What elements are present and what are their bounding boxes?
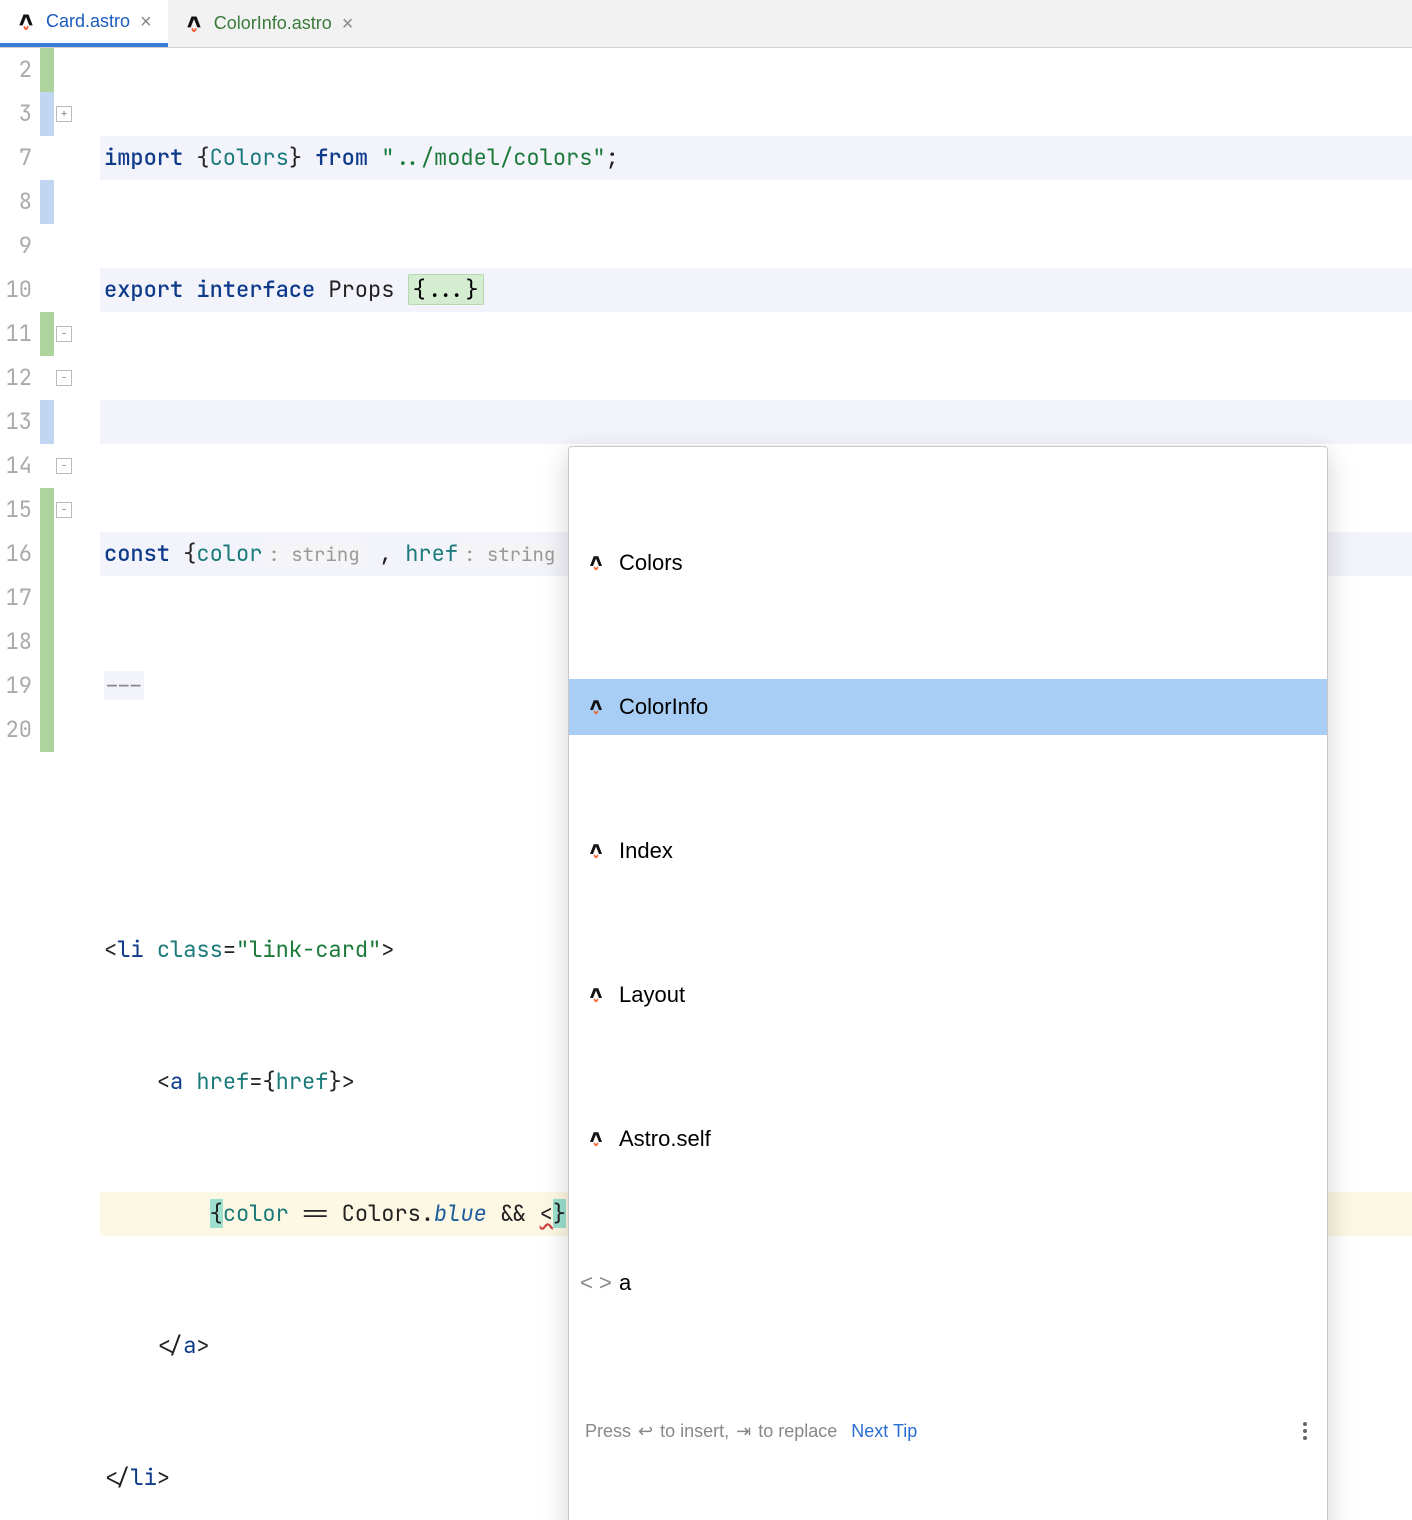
astro-icon [184,13,204,35]
next-tip-link[interactable]: Next Tip [851,1409,917,1453]
completion-item-selected[interactable]: ColorInfo [569,679,1327,735]
editor[interactable]: 2 3 7 8 9 10 11 12 13 14 15 16 17 18 19 … [0,48,1412,760]
astro-icon [585,696,607,718]
astro-icon [585,840,607,862]
completion-label: Astro.self [619,1117,711,1161]
tab-label: Card.astro [46,11,130,32]
fold-collapse-icon[interactable]: − [56,370,72,386]
fold-end-icon[interactable]: − [56,458,72,474]
astro-icon [585,1128,607,1150]
completion-item[interactable]: Layout [569,967,1327,1023]
tab-key-icon: ⇥ [736,1409,751,1453]
more-options-icon[interactable] [1299,1418,1311,1444]
tab-bar: Card.astro × ColorInfo.astro × [0,0,1412,48]
completion-label: Layout [619,973,685,1017]
close-icon[interactable]: × [342,14,354,34]
completion-item[interactable]: < > a [569,1255,1327,1311]
astro-icon [585,984,607,1006]
completion-label: ColorInfo [619,685,708,729]
astro-icon [16,11,36,33]
tab-colorinfo[interactable]: ColorInfo.astro × [168,0,370,47]
completion-item[interactable]: Index [569,823,1327,879]
completion-label: a [619,1261,631,1305]
completion-label: Index [619,829,673,873]
close-icon[interactable]: × [140,12,152,32]
completion-popup: Colors ColorInfo Index Layout Astro.self… [568,446,1328,1520]
completion-item[interactable]: Colors [569,535,1327,591]
code-area[interactable]: import {Colors} from "../model/colors"; … [100,48,1412,760]
completion-footer: Press ↩ to insert, ⇥ to replace Next Tip [569,1399,1327,1465]
angle-brackets-icon: < > [585,1272,607,1294]
completion-item[interactable]: Astro.self [569,1111,1327,1167]
code-line: import {Colors} from "../model/colors"; [100,136,1412,180]
completion-label: Colors [619,541,683,585]
astro-icon [585,552,607,574]
code-line: export interface Props {...} [100,268,1412,312]
fold-collapse-icon[interactable]: − [56,326,72,342]
fold-end-icon[interactable]: − [56,502,72,518]
enter-key-icon: ↩ [638,1409,653,1453]
tab-card[interactable]: Card.astro × [0,0,168,47]
line-gutter: 2 3 7 8 9 10 11 12 13 14 15 16 17 18 19 … [0,48,40,760]
tab-label: ColorInfo.astro [214,13,332,34]
fold-gutter: + − − − − [40,48,100,760]
code-line [100,400,1412,444]
fold-expand-icon[interactable]: + [56,106,72,122]
